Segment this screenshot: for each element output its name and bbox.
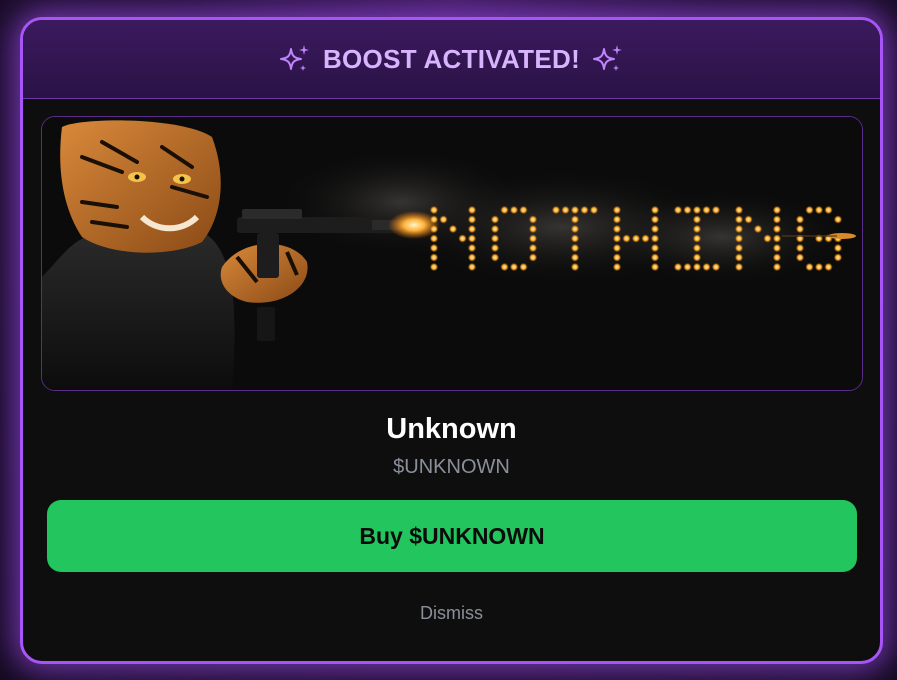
buy-token-button[interactable]: Buy $UNKNOWN: [47, 500, 857, 572]
sparkles-icon: [592, 43, 624, 75]
sparkles-icon: [279, 43, 311, 75]
boost-modal: BOOST ACTIVATED! Unknown $UNKNOWN Buy $U…: [20, 17, 883, 664]
token-banner-image: [41, 116, 863, 391]
token-name: Unknown: [386, 413, 517, 445]
modal-title: BOOST ACTIVATED!: [322, 43, 581, 74]
token-symbol: $UNKNOWN: [393, 456, 510, 478]
modal-header: BOOST ACTIVATED!: [23, 20, 880, 99]
dismiss-link[interactable]: Dismiss: [23, 603, 880, 624]
